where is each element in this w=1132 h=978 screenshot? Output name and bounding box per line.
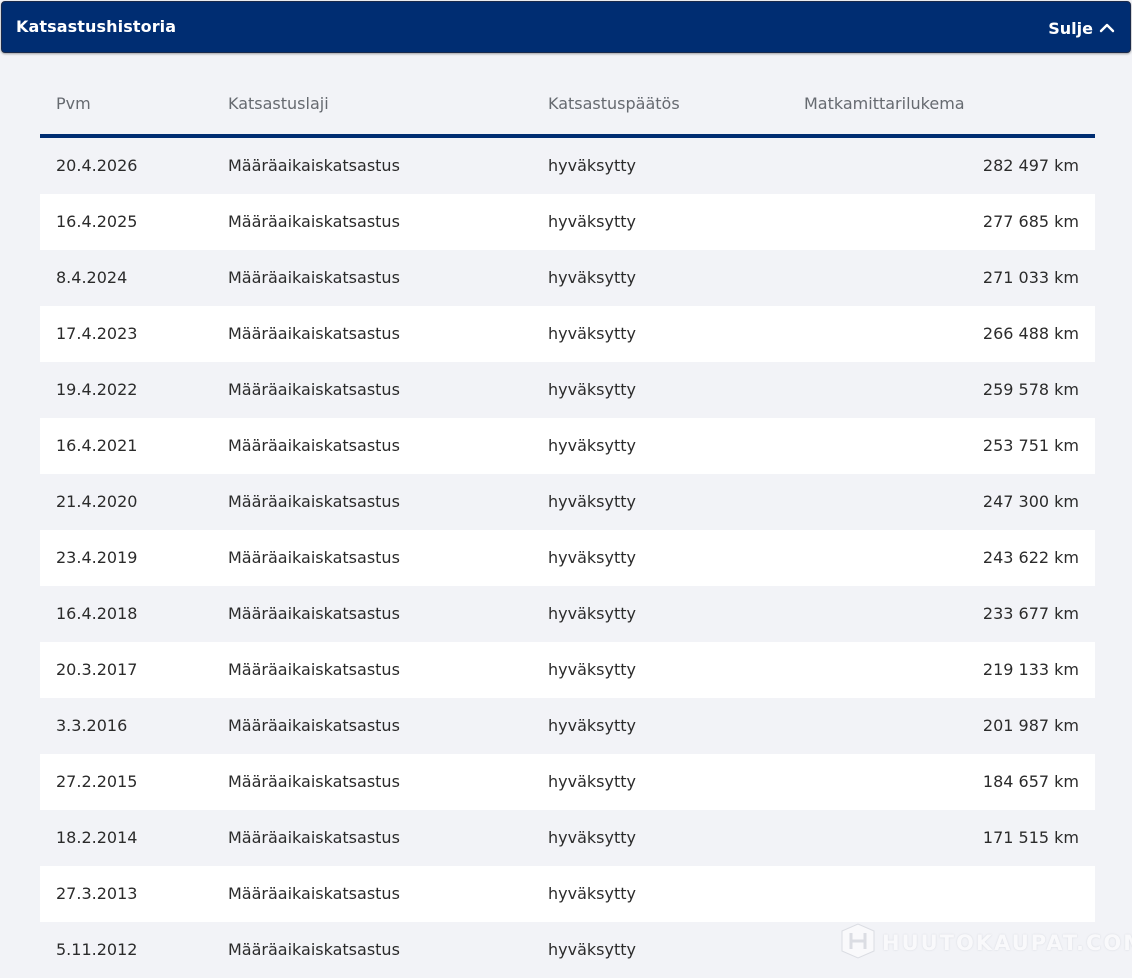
column-header-odometer: Matkamittarilukema (804, 94, 965, 113)
panel-title: Katsastushistoria (16, 17, 177, 36)
cell-odometer: 277 685 km (982, 212, 1079, 231)
table-row: 3.3.2016 Määräaikaiskatsastus hyväksytty 20… (40, 698, 1095, 754)
cell-odometer: 247 300 km (982, 492, 1079, 511)
table-header: Pvm Katsastuslaji Katsastuspäätös Matkam… (40, 76, 1095, 138)
table-row: 27.3.2013 Määräaikaiskatsastus hyväksytty (40, 866, 1095, 922)
table-row: 16.4.2018 Määräaikaiskatsastus hyväksytty 2… (40, 586, 1095, 642)
table-body: 20.4.2026 Määräaikaiskatsastus hyväksytty 2… (40, 138, 1095, 978)
cell-type: Määräaikaiskatsastus (228, 436, 400, 455)
cell-type: Määräaikaiskatsastus (228, 380, 400, 399)
cell-type: Määräaikaiskatsastus (228, 940, 400, 959)
cell-date: 23.4.2019 (56, 548, 138, 567)
cell-odometer: 253 751 km (982, 436, 1079, 455)
cell-decision: hyväksytty (548, 940, 636, 959)
cell-date: 21.4.2020 (56, 492, 138, 511)
cell-date: 27.3.2013 (56, 884, 138, 903)
table-row: 8.4.2024 Määräaikaiskatsastus hyväksytty 27… (40, 250, 1095, 306)
column-header-type: Katsastuslaji (228, 94, 329, 113)
cell-decision: hyväksytty (548, 212, 636, 231)
cell-odometer: 282 497 km (982, 156, 1079, 175)
table-row: 23.4.2019 Määräaikaiskatsastus hyväksytty 2… (40, 530, 1095, 586)
chevron-up-icon (1098, 19, 1116, 37)
table-row: 27.2.2015 Määräaikaiskatsastus hyväksytty 1… (40, 754, 1095, 810)
cell-odometer: 201 987 km (982, 716, 1079, 735)
inspection-history-table: Pvm Katsastuslaji Katsastuspäätös Matkam… (40, 76, 1095, 978)
cell-type: Määräaikaiskatsastus (228, 212, 400, 231)
cell-decision: hyväksytty (548, 604, 636, 623)
cell-type: Määräaikaiskatsastus (228, 660, 400, 679)
cell-decision: hyväksytty (548, 268, 636, 287)
cell-decision: hyväksytty (548, 156, 636, 175)
cell-type: Määräaikaiskatsastus (228, 268, 400, 287)
table-row: 20.4.2026 Määräaikaiskatsastus hyväksytty 2… (40, 138, 1095, 194)
table-row: 21.4.2020 Määräaikaiskatsastus hyväksytty 2… (40, 474, 1095, 530)
table-row: 20.3.2017 Määräaikaiskatsastus hyväksytty 2… (40, 642, 1095, 698)
cell-date: 16.4.2021 (56, 436, 138, 455)
cell-decision: hyväksytty (548, 772, 636, 791)
cell-decision: hyväksytty (548, 380, 636, 399)
table-row: 18.2.2014 Määräaikaiskatsastus hyväksytty 1… (40, 810, 1095, 866)
cell-type: Määräaikaiskatsastus (228, 884, 400, 903)
cell-decision: hyväksytty (548, 436, 636, 455)
cell-odometer: 184 657 km (982, 772, 1079, 791)
cell-date: 20.3.2017 (56, 660, 138, 679)
cell-type: Määräaikaiskatsastus (228, 772, 400, 791)
cell-date: 16.4.2018 (56, 604, 138, 623)
cell-type: Määräaikaiskatsastus (228, 156, 400, 175)
cell-date: 20.4.2026 (56, 156, 138, 175)
table-row: 19.4.2022 Määräaikaiskatsastus hyväksytty 2… (40, 362, 1095, 418)
close-label: Sulje (1048, 18, 1093, 38)
cell-odometer: 171 515 km (982, 828, 1079, 847)
cell-date: 19.4.2022 (56, 380, 138, 399)
cell-decision: hyväksytty (548, 716, 636, 735)
cell-type: Määräaikaiskatsastus (228, 492, 400, 511)
panel-header: Katsastushistoria Sulje (1, 1, 1131, 53)
cell-odometer: 271 033 km (982, 268, 1079, 287)
cell-type: Määräaikaiskatsastus (228, 604, 400, 623)
cell-date: 8.4.2024 (56, 268, 128, 287)
cell-date: 18.2.2014 (56, 828, 138, 847)
table-row: 5.11.2012 Määräaikaiskatsastus hyväksytty (40, 922, 1095, 978)
cell-decision: hyväksytty (548, 828, 636, 847)
cell-odometer: 266 488 km (982, 324, 1079, 343)
cell-odometer: 219 133 km (982, 660, 1079, 679)
table-row: 17.4.2023 Määräaikaiskatsastus hyväksytty 2… (40, 306, 1095, 362)
cell-date: 16.4.2025 (56, 212, 138, 231)
cell-decision: hyväksytty (548, 884, 636, 903)
cell-date: 5.11.2012 (56, 940, 138, 959)
cell-type: Määräaikaiskatsastus (228, 716, 400, 735)
cell-odometer: 243 622 km (982, 548, 1079, 567)
cell-odometer: 233 677 km (982, 604, 1079, 623)
column-header-date: Pvm (56, 94, 91, 113)
cell-decision: hyväksytty (548, 660, 636, 679)
table-row: 16.4.2021 Määräaikaiskatsastus hyväksytty 2… (40, 418, 1095, 474)
cell-decision: hyväksytty (548, 492, 636, 511)
cell-type: Määräaikaiskatsastus (228, 828, 400, 847)
close-button[interactable]: Sulje (1048, 15, 1116, 41)
cell-type: Määräaikaiskatsastus (228, 548, 400, 567)
column-header-decision: Katsastuspäätös (548, 94, 680, 113)
cell-decision: hyväksytty (548, 548, 636, 567)
cell-date: 17.4.2023 (56, 324, 138, 343)
table-row: 16.4.2025 Määräaikaiskatsastus hyväksytty 2… (40, 194, 1095, 250)
cell-date: 27.2.2015 (56, 772, 138, 791)
cell-type: Määräaikaiskatsastus (228, 324, 400, 343)
cell-date: 3.3.2016 (56, 716, 128, 735)
cell-decision: hyväksytty (548, 324, 636, 343)
cell-odometer: 259 578 km (982, 380, 1079, 399)
